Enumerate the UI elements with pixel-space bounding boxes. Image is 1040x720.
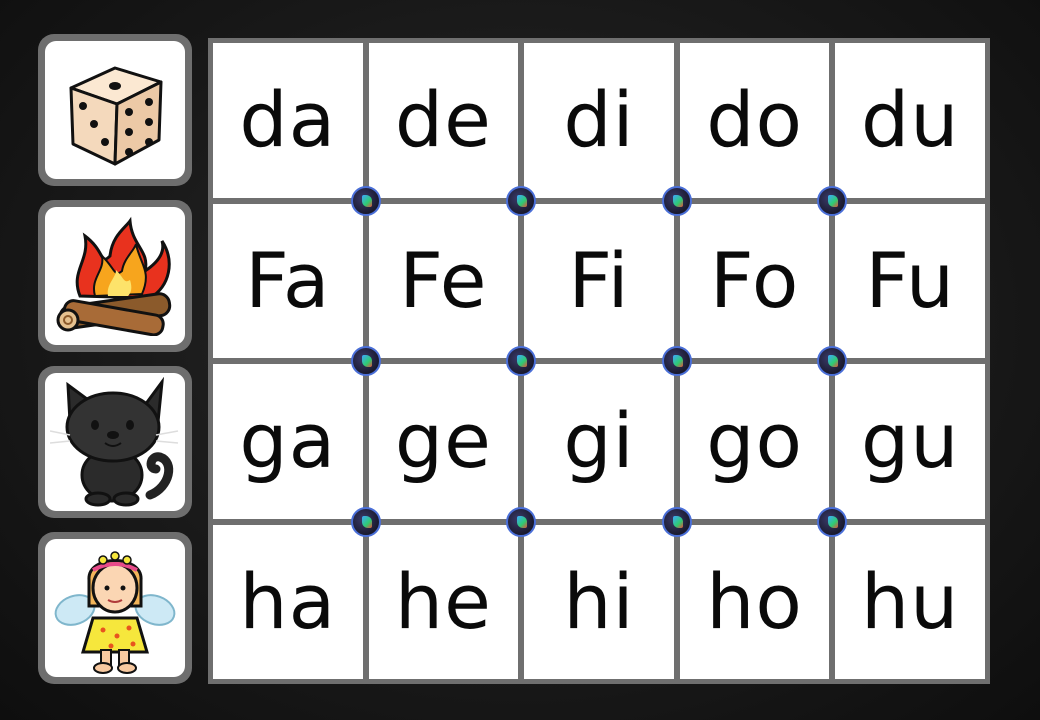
corner-badge-icon — [506, 346, 537, 376]
picture-card-campfire[interactable] — [38, 200, 192, 352]
syllable-grid: da de di do du Fa Fe Fi Fo Fu ga ge gi g… — [208, 38, 990, 684]
corner-badge-icon — [817, 506, 848, 537]
syllable-card[interactable]: gi — [524, 364, 674, 519]
picture-card-dice[interactable] — [38, 34, 192, 186]
syllable-card[interactable]: da — [213, 43, 363, 198]
corner-badge-icon — [661, 346, 692, 376]
syllable-card[interactable]: hi — [524, 524, 674, 679]
corner-badge-icon — [506, 506, 537, 537]
corner-badge-icon — [817, 185, 848, 216]
syllable-card[interactable]: de — [368, 43, 519, 198]
picture-card-cat[interactable] — [38, 366, 192, 518]
picture-column — [38, 34, 192, 686]
syllable-card[interactable]: hu — [835, 524, 985, 679]
campfire-icon — [56, 216, 172, 336]
corner-badge-icon — [350, 506, 381, 537]
corner-badge-icon — [506, 185, 537, 216]
corner-badge-icon — [661, 185, 692, 216]
syllable-card[interactable]: Fa — [213, 203, 363, 358]
syllable-card[interactable]: ga — [213, 364, 363, 519]
syllable-card[interactable]: du — [835, 43, 985, 198]
corner-badge-icon — [350, 185, 381, 216]
corner-badge-icon — [350, 346, 381, 376]
syllable-card[interactable]: Fe — [368, 203, 519, 358]
syllable-card[interactable]: Fo — [679, 203, 830, 358]
corner-badge-icon — [817, 346, 848, 376]
syllable-card[interactable]: Fu — [835, 203, 985, 358]
fairy-icon — [54, 551, 176, 674]
syllable-card[interactable]: ho — [679, 524, 830, 679]
cat-icon — [50, 377, 179, 507]
syllable-card[interactable]: ge — [368, 364, 519, 519]
syllable-card[interactable]: di — [524, 43, 674, 198]
syllable-card[interactable]: Fi — [524, 203, 674, 358]
syllable-card[interactable]: do — [679, 43, 830, 198]
syllable-card[interactable]: he — [368, 524, 519, 679]
syllable-card[interactable]: gu — [835, 364, 985, 519]
dice-icon — [69, 66, 163, 166]
syllable-card[interactable]: go — [679, 364, 830, 519]
picture-card-fairy[interactable] — [38, 532, 192, 684]
syllable-card[interactable]: ha — [213, 524, 363, 679]
corner-badge-icon — [661, 506, 692, 537]
